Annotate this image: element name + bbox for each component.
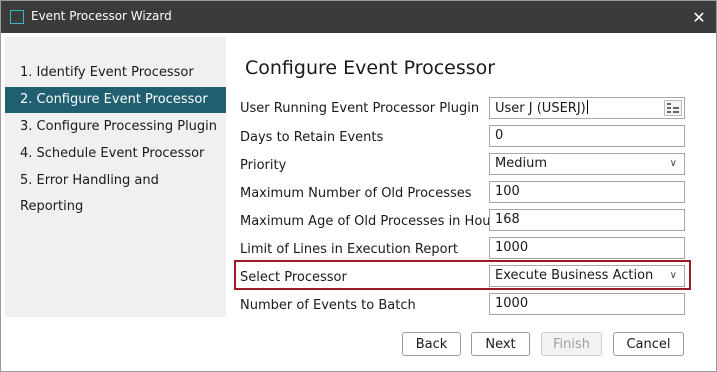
processor-value: Execute Business Action (495, 268, 654, 283)
priority-value: Medium (495, 156, 547, 171)
chevron-down-icon: ∨ (669, 270, 677, 281)
nav-step-configure[interactable]: 2. Configure Event Processor (5, 87, 226, 113)
close-button[interactable]: ✕ (687, 6, 711, 28)
nav-step-plugin[interactable]: 3. Configure Processing Plugin (5, 114, 226, 140)
batch-label: Number of Events to Batch (240, 298, 416, 313)
processor-select[interactable]: Execute Business Action ∨ (489, 265, 685, 287)
chevron-down-icon: ∨ (669, 158, 677, 169)
max-age-label: Maximum Age of Old Processes in Hours (240, 214, 503, 229)
page-title: Configure Event Processor (245, 57, 496, 79)
close-icon: ✕ (692, 7, 706, 27)
nav-step-error-handling[interactable]: 5. Error Handling and Reporting (5, 168, 226, 214)
max-processes-field[interactable]: 100 (489, 181, 685, 203)
nav-step-identify[interactable]: 1. Identify Event Processor (5, 60, 226, 86)
processor-label: Select Processor (240, 270, 347, 285)
priority-select[interactable]: Medium ∨ (489, 153, 685, 175)
days-label: Days to Retain Events (240, 130, 384, 145)
max-processes-label: Maximum Number of Old Processes (240, 186, 472, 201)
cancel-button[interactable]: Cancel (613, 332, 684, 356)
window-title: Event Processor Wizard (31, 9, 172, 23)
back-button[interactable]: Back (402, 332, 461, 356)
title-bar: Event Processor Wizard ✕ (1, 1, 716, 33)
text-caret (586, 100, 588, 114)
days-field[interactable]: 0 (489, 125, 685, 147)
app-icon (10, 10, 24, 24)
list-picker-icon[interactable] (664, 100, 682, 116)
user-label: User Running Event Processor Plugin (240, 101, 480, 116)
nav-step-schedule[interactable]: 4. Schedule Event Processor (5, 141, 226, 167)
wizard-window: Event Processor Wizard ✕ 1. Identify Eve… (0, 0, 717, 372)
wizard-steps-sidebar: 1. Identify Event Processor 2. Configure… (5, 37, 226, 317)
limit-lines-label: Limit of Lines in Execution Report (240, 242, 459, 257)
batch-field[interactable]: 1000 (489, 293, 685, 315)
list-picker-glyph (667, 103, 679, 113)
finish-button[interactable]: Finish (541, 332, 602, 356)
user-value: User J (USERJ) (495, 101, 586, 116)
next-button[interactable]: Next (471, 332, 530, 356)
limit-lines-field[interactable]: 1000 (489, 237, 685, 259)
max-age-field[interactable]: 168 (489, 209, 685, 231)
priority-label: Priority (240, 158, 287, 173)
user-field[interactable]: User J (USERJ) (489, 97, 685, 119)
